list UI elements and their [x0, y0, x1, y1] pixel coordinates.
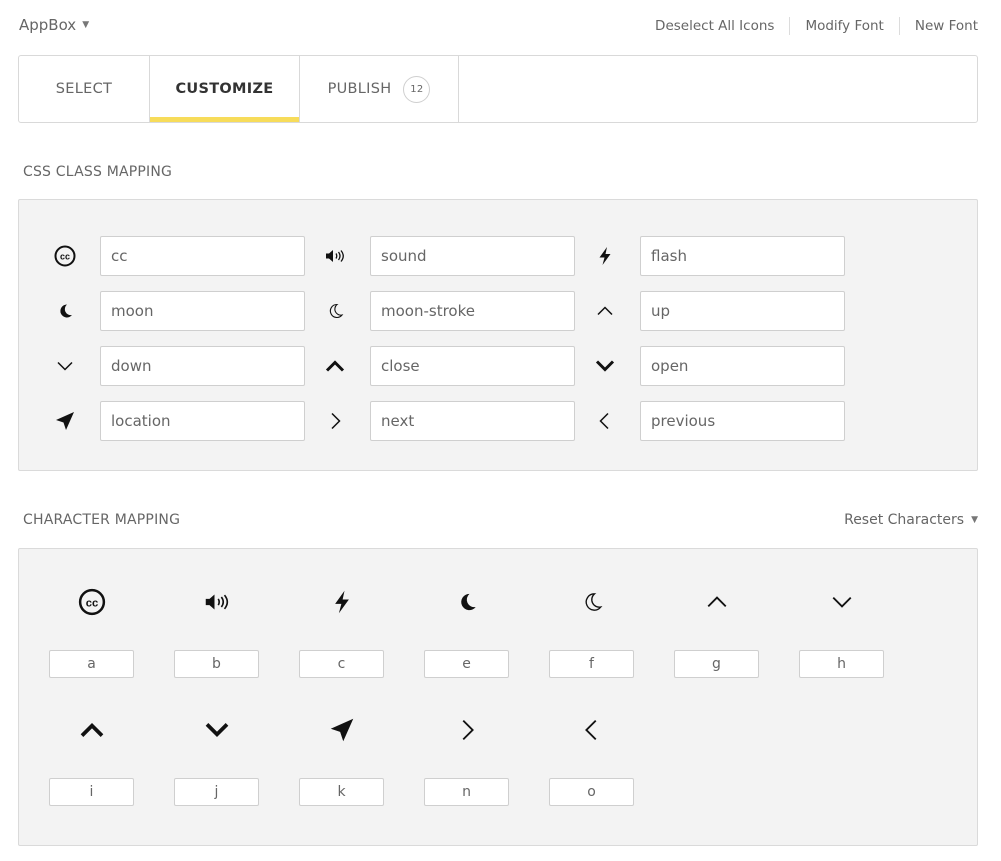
css-class-input[interactable] — [100, 291, 305, 331]
open-icon — [590, 351, 620, 381]
tab-customize[interactable]: CUSTOMIZE — [150, 56, 300, 122]
caret-down-icon: ▼ — [971, 515, 978, 525]
character-input[interactable] — [49, 778, 134, 806]
moon-stroke-icon — [572, 582, 612, 622]
cc-icon: cc — [50, 241, 80, 271]
selected-count-badge: 12 — [403, 75, 431, 103]
previous-icon — [590, 406, 620, 436]
divider — [789, 17, 791, 35]
char-mapping-title: CHARACTER MAPPING — [23, 512, 181, 528]
character-input[interactable] — [49, 650, 134, 678]
flash-icon — [322, 582, 362, 622]
css-class-input[interactable] — [370, 346, 575, 386]
tab-publish[interactable]: PUBLISH 12 — [300, 56, 459, 122]
svg-text:cc: cc — [60, 252, 70, 262]
location-icon — [50, 406, 80, 436]
reset-characters-label: Reset Characters — [844, 512, 965, 528]
caret-down-icon: ▼ — [82, 20, 90, 30]
close-icon — [72, 710, 112, 750]
reset-characters-menu[interactable]: Reset Characters ▼ — [844, 512, 978, 528]
flash-icon — [590, 241, 620, 271]
character-input[interactable] — [549, 650, 634, 678]
css-class-input[interactable] — [100, 346, 305, 386]
cc-icon: cc — [72, 582, 112, 622]
character-input[interactable] — [424, 650, 509, 678]
css-mapping-panel: cc — [18, 199, 978, 471]
modify-font-link[interactable]: Modify Font — [805, 18, 883, 34]
down-icon — [822, 582, 862, 622]
divider — [898, 17, 900, 35]
up-icon — [697, 582, 737, 622]
css-class-input[interactable] — [640, 236, 845, 276]
sound-icon — [320, 241, 350, 271]
down-icon — [50, 351, 80, 381]
character-input[interactable] — [174, 650, 259, 678]
next-icon — [447, 710, 487, 750]
deselect-all-link[interactable]: Deselect All Icons — [655, 18, 774, 34]
char-mapping-panel: cc — [18, 548, 978, 846]
css-mapping-title: CSS CLASS MAPPING — [23, 164, 173, 180]
tab-label: CUSTOMIZE — [175, 81, 274, 97]
css-class-input[interactable] — [100, 236, 305, 276]
sound-icon — [197, 582, 237, 622]
css-class-input[interactable] — [640, 401, 845, 441]
top-links: Deselect All Icons Modify Font New Font — [655, 17, 978, 35]
css-class-input[interactable] — [100, 401, 305, 441]
moon-icon — [50, 296, 80, 326]
css-class-input[interactable] — [370, 401, 575, 441]
next-icon — [320, 406, 350, 436]
step-tabs: SELECT CUSTOMIZE PUBLISH 12 — [18, 55, 978, 123]
css-class-input[interactable] — [370, 291, 575, 331]
character-input[interactable] — [674, 650, 759, 678]
open-icon — [197, 710, 237, 750]
tab-label: SELECT — [55, 81, 113, 97]
tab-label: PUBLISH — [327, 81, 392, 97]
character-input[interactable] — [299, 650, 384, 678]
up-icon — [590, 296, 620, 326]
character-input[interactable] — [799, 650, 884, 678]
character-input[interactable] — [549, 778, 634, 806]
moon-stroke-icon — [320, 296, 350, 326]
svg-text:cc: cc — [86, 597, 99, 609]
css-class-input[interactable] — [640, 291, 845, 331]
css-class-input[interactable] — [640, 346, 845, 386]
css-class-input[interactable] — [370, 236, 575, 276]
top-bar: AppBox ▼ Deselect All Icons Modify Font … — [0, 0, 1001, 52]
app-title: AppBox — [19, 16, 77, 34]
character-input[interactable] — [424, 778, 509, 806]
character-input[interactable] — [174, 778, 259, 806]
character-input[interactable] — [299, 778, 384, 806]
location-icon — [322, 710, 362, 750]
moon-icon — [447, 582, 487, 622]
previous-icon — [572, 710, 612, 750]
new-font-link[interactable]: New Font — [915, 18, 978, 34]
app-menu[interactable]: AppBox ▼ — [19, 16, 89, 34]
close-icon — [320, 351, 350, 381]
tab-select[interactable]: SELECT — [19, 56, 150, 122]
